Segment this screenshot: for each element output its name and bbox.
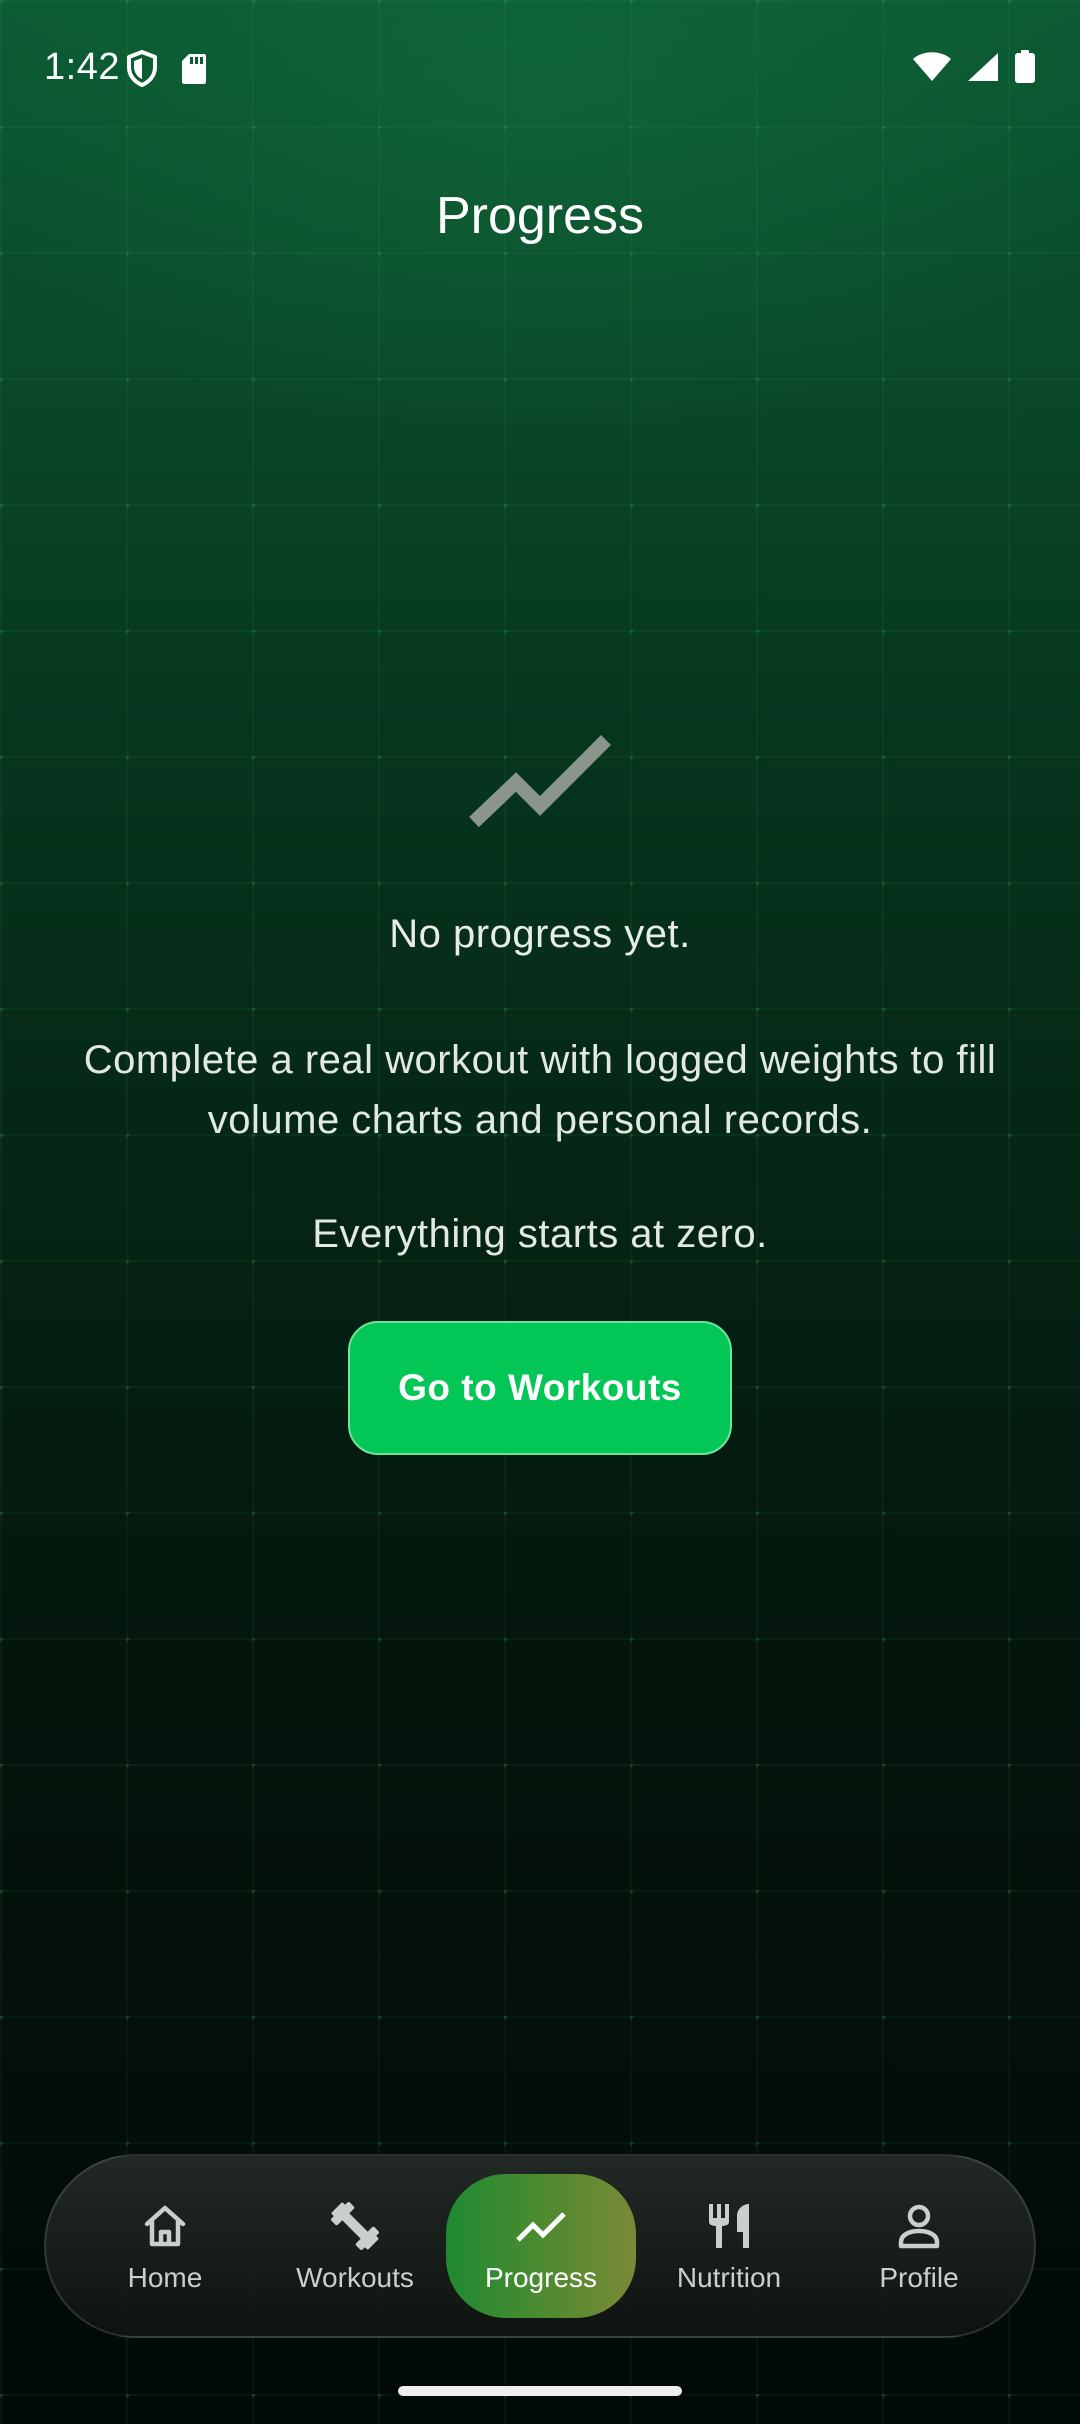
nav-item-progress[interactable]: Progress (446, 2174, 636, 2318)
nav-item-home[interactable]: Home (70, 2174, 260, 2318)
empty-state-subtext: Everything starts at zero. (312, 1212, 768, 1256)
trend-icon (513, 2198, 569, 2254)
nav-label-home: Home (127, 2262, 203, 2293)
page-title: Progress (435, 187, 645, 245)
dumbbell-icon (327, 2198, 383, 2254)
empty-state-body: Complete a real workout with logged weig… (83, 1038, 997, 1142)
nav-label-workouts: Workouts (296, 2262, 414, 2293)
empty-state-heading: No progress yet. (389, 912, 691, 956)
nav-label-progress: Progress (484, 2262, 598, 2293)
shield-icon (127, 50, 157, 87)
status-time: 1:42 (44, 46, 120, 88)
wifi-icon (913, 52, 951, 81)
battery-icon (1015, 50, 1035, 83)
status-right-icons (912, 50, 1036, 84)
signal-icon (968, 53, 998, 81)
home-icon (137, 2198, 193, 2254)
nav-label-profile: Profile (879, 2262, 959, 2293)
go-to-workouts-button[interactable]: Go to Workouts (348, 1321, 732, 1455)
trend-line-icon (469, 735, 611, 828)
nav-label-nutrition: Nutrition (676, 2262, 782, 2293)
home-indicator[interactable] (398, 2386, 682, 2396)
status-left-icons (126, 50, 208, 88)
sd-card-icon (182, 54, 206, 84)
utensils-icon (701, 2198, 757, 2254)
status-bar: 1:42 (0, 0, 1080, 140)
bottom-nav: Home Workouts Progress Nutrition Profile (44, 2154, 1036, 2338)
nav-item-nutrition[interactable]: Nutrition (634, 2174, 824, 2318)
nav-item-profile[interactable]: Profile (824, 2174, 1014, 2318)
nav-item-workouts[interactable]: Workouts (260, 2174, 450, 2318)
person-icon (891, 2198, 947, 2254)
